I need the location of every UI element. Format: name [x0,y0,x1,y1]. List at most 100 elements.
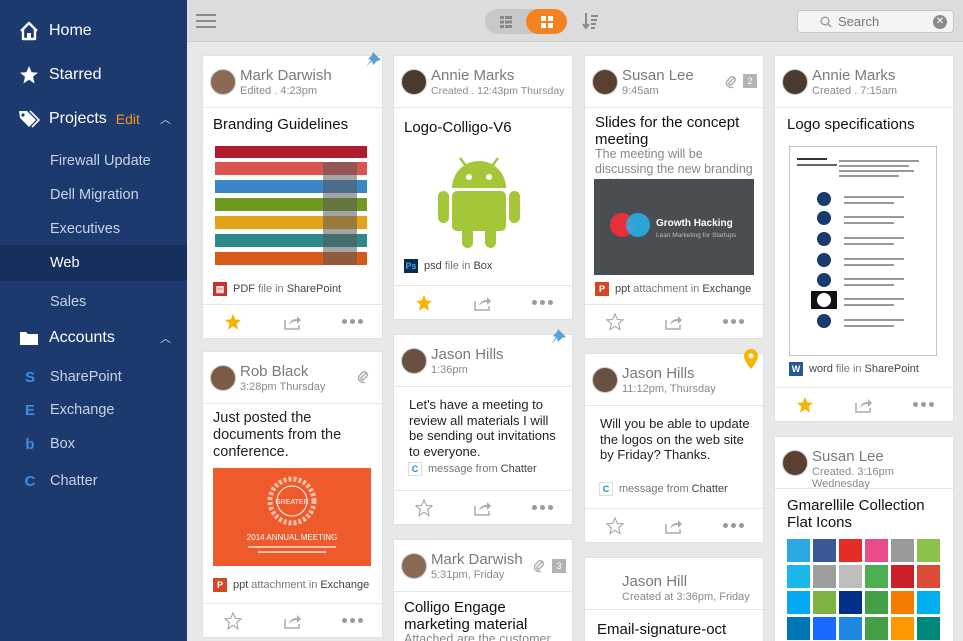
projects-edit-link[interactable]: Edit [116,111,140,127]
more-options-button[interactable] [322,319,382,324]
sidebar-item-box[interactable]: b Box [0,427,187,461]
folder-icon [18,329,40,347]
share-button[interactable] [644,518,703,534]
sort-icon[interactable] [582,12,598,35]
nav-projects[interactable]: Projects Edit ︿ [0,99,187,139]
list-view-button[interactable] [485,9,526,34]
sidebar-item-project[interactable]: Executives [0,211,187,247]
feed-card[interactable]: Mark Darwish Edited . 4:23pm Branding Gu… [203,52,382,338]
sidebar-item-project-active[interactable]: Web [0,245,187,281]
feed-card[interactable]: Rob Black 3:28pm Thursday Just posted th… [203,352,382,637]
word-file-icon: W [789,362,803,376]
feed-card[interactable]: Jason Hills 1:36pm Let's have a meeting … [394,329,572,524]
card-message: Let's have a meeting to review all mater… [409,397,556,459]
sidebar-item-chatter[interactable]: C Chatter [0,464,187,498]
document-thumbnail [789,146,937,356]
chevron-up-icon[interactable]: ︿ [160,111,171,127]
timestamp: 5:31pm, Friday [431,569,505,581]
file-source: ▤ PDF file in SharePoint [213,282,341,296]
sidebar-item-project[interactable]: Firewall Update [0,143,187,179]
sidebar-item-sharepoint[interactable]: S SharePoint [0,360,187,394]
share-button[interactable] [263,314,323,330]
search-icon [820,16,832,28]
card-title: Branding Guidelines [213,116,349,133]
more-icon [530,505,554,510]
star-button[interactable] [203,611,263,630]
more-options-button[interactable] [513,505,572,510]
search-input[interactable] [838,14,928,29]
more-options-button[interactable] [322,618,382,623]
more-options-button[interactable] [704,523,763,528]
feed-card[interactable]: Susan Lee 9:45am 2 Slides for the concep… [585,56,763,338]
share-button[interactable] [453,295,512,311]
box-icon: b [25,435,35,453]
pin-icon[interactable] [363,50,383,75]
pdf-file-icon: ▤ [213,282,227,296]
star-outline-icon [605,516,624,535]
share-button[interactable] [834,397,893,413]
attachment-count-badge: 3 [552,559,566,573]
paperclip-icon [725,73,737,92]
more-options-button[interactable] [704,319,763,324]
chatter-icon: C [24,472,36,490]
more-icon [530,300,554,305]
clear-search-icon[interactable]: ✕ [933,15,947,29]
share-button[interactable] [644,314,703,330]
sidebar-item-project[interactable]: Dell Migration [0,177,187,213]
menu-icon[interactable] [196,14,216,32]
file-source: W word file in SharePoint [789,362,919,376]
sidebar: Home Starred Projects Edit ︿ Firewall Up… [0,0,187,641]
pin-icon[interactable] [548,327,568,352]
file-source: P ppt attachment in Exchange [213,578,369,592]
avatar [401,69,427,95]
card-title: Email-signature-oct [597,621,727,638]
nav-starred[interactable]: Starred [0,55,187,95]
card-title: Logo specifications [787,116,915,133]
nav-home[interactable]: Home [0,11,187,51]
sidebar-item-exchange[interactable]: E Exchange [0,393,187,427]
star-filled-icon [796,396,813,413]
star-button[interactable] [585,516,644,535]
feed-card[interactable]: Jason Hills 11:12pm, Thursday Will you b… [585,349,763,542]
grid-view-icon [540,15,553,28]
file-source: P ppt attachment in Exchange [595,282,751,296]
feed-card[interactable]: Jason Hill Created at 3:36pm, Friday Ema… [585,558,763,641]
more-options-button[interactable] [894,402,953,407]
star-button[interactable] [775,396,834,414]
feed-card[interactable]: Susan Lee Created. 3:16pm Wednesday Gmar… [775,437,953,641]
message-source: C message from Chatter [408,462,537,476]
presentation-thumbnail: GREATER 2014 ANNUAL MEETING [213,468,371,566]
share-button[interactable] [453,500,512,516]
share-button[interactable] [263,613,323,629]
avatar [401,553,427,579]
star-button[interactable] [585,312,644,331]
nav-accounts[interactable]: Accounts ︿ [0,318,187,358]
chevron-up-icon[interactable]: ︿ [160,330,171,346]
presentation-thumbnail: Growth Hacking Lean Marketing for Startu… [594,179,754,275]
timestamp: 1:36pm [431,364,468,376]
star-button[interactable] [394,294,453,312]
share-icon [474,501,491,516]
sharepoint-icon: S [24,368,35,386]
timestamp: Edited . 4:23pm [240,85,318,97]
list-view-icon [499,15,512,28]
star-button[interactable] [394,498,453,517]
home-icon [18,21,40,41]
card-description: Attached are the customer PPT [404,632,551,641]
timestamp: 9:45am [622,85,659,97]
grid-view-button[interactable] [526,9,567,34]
view-toggle[interactable] [485,9,567,34]
timestamp: 11:12pm, Thursday [622,383,716,395]
share-icon [665,519,682,534]
feed-card[interactable]: Mark Darwish 5:31pm, Friday 3 Colligo En… [394,540,572,641]
feed-card[interactable]: Annie Marks Created . 7:15am Logo specif… [775,56,953,421]
sidebar-item-project[interactable]: Sales [0,284,187,320]
author-name: Jason Hills [622,365,695,382]
more-options-button[interactable] [513,300,572,305]
avatar [782,69,808,95]
search-box[interactable]: ✕ [797,10,954,33]
location-pin-icon[interactable] [743,348,759,375]
star-button[interactable] [203,313,263,331]
feed-card[interactable]: Annie Marks Created . 12:43pm Thursday L… [394,56,572,319]
share-icon [474,296,491,311]
